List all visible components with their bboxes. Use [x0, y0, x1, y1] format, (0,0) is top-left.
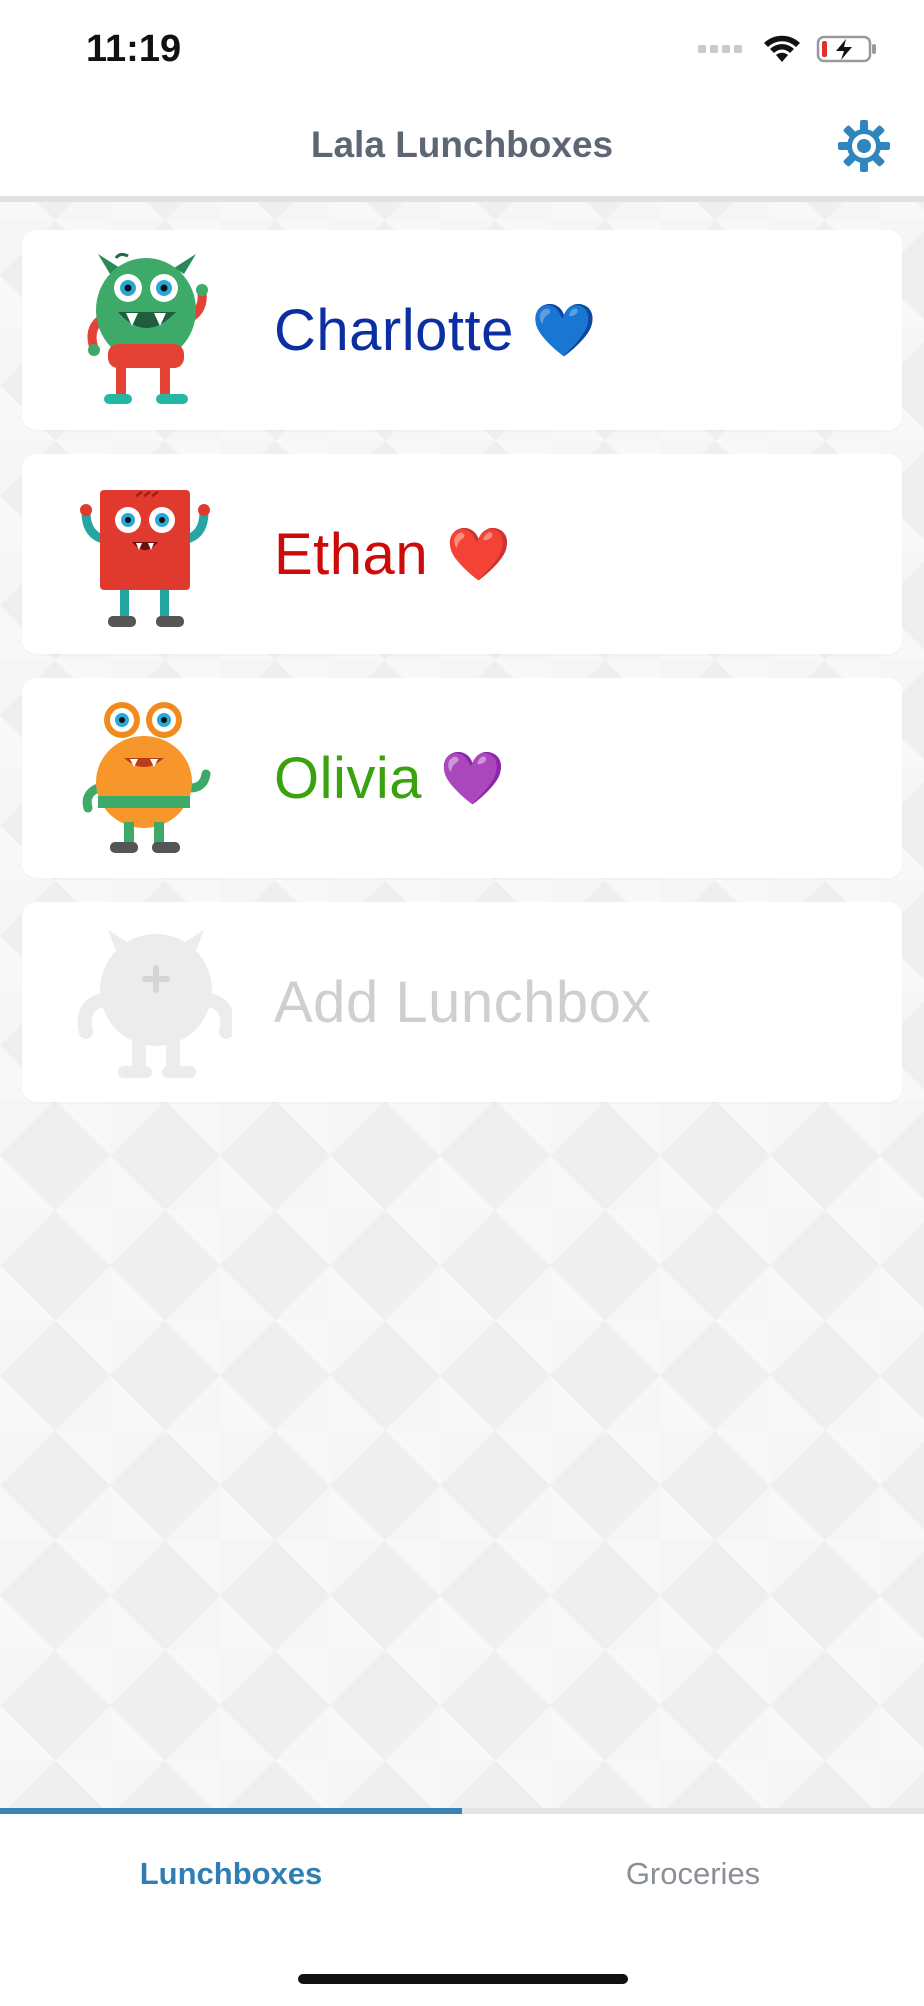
tab-lunchboxes[interactable]: Lunchboxes	[0, 1814, 462, 1934]
lunchbox-label: Olivia 💜	[274, 678, 505, 878]
gear-icon	[838, 120, 890, 172]
app-header: Lala Lunchboxes	[0, 100, 924, 202]
lunchbox-name: Olivia	[274, 745, 423, 811]
page-title: Lala Lunchboxes	[310, 124, 614, 165]
orange-monster-icon	[72, 696, 232, 861]
placeholder-monster-icon	[72, 920, 235, 1085]
red-square-monster-icon	[72, 472, 232, 637]
status-time: 11:19	[86, 28, 182, 70]
signal-icon	[698, 45, 742, 53]
red-heart-icon: ❤️	[446, 525, 512, 584]
lunchbox-name: Charlotte	[274, 297, 514, 363]
lunchbox-card-olivia[interactable]: Olivia 💜	[22, 678, 902, 878]
lunchbox-name: Ethan	[274, 521, 429, 587]
lunchbox-label: Charlotte 💙	[274, 230, 597, 430]
lunchbox-label: Ethan ❤️	[274, 454, 511, 654]
lunchbox-card-ethan[interactable]: Ethan ❤️	[22, 454, 902, 654]
settings-button[interactable]	[836, 118, 892, 174]
battery-charging-icon	[816, 35, 876, 63]
lunchbox-list: Charlotte 💙 Ethan ❤️ Olivia 💜 Add Lunchb…	[22, 230, 902, 1126]
purple-heart-icon: 💜	[440, 749, 506, 808]
tab-groceries[interactable]: Groceries	[462, 1814, 924, 1934]
add-lunchbox-button[interactable]: Add Lunchbox	[22, 902, 902, 1102]
home-indicator[interactable]	[298, 1974, 628, 1984]
blue-heart-icon: 💙	[531, 301, 598, 360]
green-monster-icon	[72, 248, 232, 413]
status-bar: 11:19	[0, 0, 924, 100]
wifi-icon	[764, 35, 800, 62]
status-icons	[698, 34, 878, 64]
lunchbox-card-charlotte[interactable]: Charlotte 💙	[22, 230, 902, 430]
add-lunchbox-label: Add Lunchbox	[274, 969, 651, 1035]
